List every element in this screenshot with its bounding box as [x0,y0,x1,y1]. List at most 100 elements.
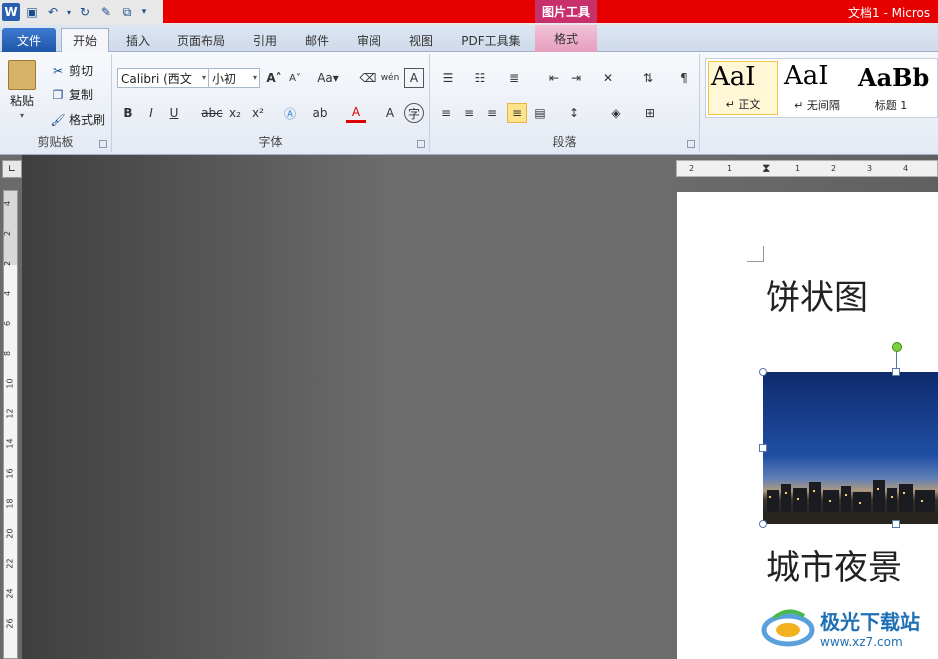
phonetic-guide-button[interactable]: wén [380,68,400,88]
font-size-value: 小初 [212,71,237,86]
font-color-button[interactable]: A [346,103,366,123]
undo-icon[interactable]: ↶ [44,3,62,21]
style-sample: AaI [711,62,756,92]
resize-handle-bottom-left[interactable] [759,520,767,528]
redo-icon[interactable]: ↻ [76,3,94,21]
change-case-button[interactable]: Aa ▾ [314,68,342,88]
font-size-select[interactable]: 小初 ▾ [208,68,260,88]
ruler-tick: 2 [3,230,13,237]
horizontal-ruler[interactable]: 2 1 ⧗ 1 2 3 4 [676,160,938,177]
style-name: 标题 1 [874,99,908,112]
watermark-logo-icon [761,609,815,647]
print-preview-icon[interactable]: ⧉ [118,3,136,21]
tab-pdf-tools[interactable]: PDF工具集 [455,28,527,52]
italic-button[interactable]: I [141,103,161,123]
justify-icon[interactable]: ≡ [507,103,527,123]
numbering-icon[interactable]: ☷ [470,68,490,88]
sort-icon[interactable]: ⇅ [638,68,658,88]
distributed-icon[interactable]: ▤ [530,103,550,123]
format-painter-button[interactable]: 🖌 格式刷 [50,111,105,128]
chevron-down-icon: ▾ [201,73,206,82]
font-family-select[interactable]: Calibri (西文 ▾ [117,68,209,88]
grow-font-button[interactable]: A ˄ [264,68,284,88]
format-painter-label: 格式刷 [69,113,106,127]
paste-icon [8,60,36,90]
subscript-icon[interactable]: x₂ [225,103,245,123]
strikethrough-button[interactable]: abc [200,103,224,123]
superscript-icon[interactable]: x² [248,103,268,123]
undo-dropdown-icon[interactable]: ▾ [65,3,73,21]
picture-caption[interactable]: 城市夜景 [766,540,902,589]
watermark-url: www.xz7.com [820,634,903,649]
ruler-tick: 14 [5,438,15,449]
document-heading[interactable]: 饼状图 [766,270,868,319]
customize-qat-icon[interactable]: ▾ [139,3,149,21]
char-shading-icon[interactable]: A [380,103,400,123]
ribbon: 粘贴 ▾ ✂ 剪切 ❐ 复制 🖌 格式刷 剪贴板 Calibri (西文 ▾ 小初… [0,52,938,155]
tab-home[interactable]: 开始 [61,28,109,52]
scissors-icon: ✂ [52,63,64,78]
tab-format[interactable]: 格式 [535,25,597,52]
style-normal[interactable]: AaI ↵ 正文 [708,61,778,115]
edit-icon[interactable]: ✎ [97,3,115,21]
multilevel-list-icon[interactable]: ≣ [504,68,524,88]
resize-handle-top[interactable] [892,368,900,376]
tab-page-layout[interactable]: 页面布局 [170,28,232,52]
grow-font-icon: A [266,71,276,85]
align-left-icon[interactable]: ≡ [436,103,456,123]
text-effects-icon[interactable]: Ⓐ [280,103,300,123]
ruler-tick: 18 [5,498,15,509]
increase-indent-icon[interactable]: ⇥ [566,68,586,88]
shading-icon[interactable]: ◈ [606,103,626,123]
tab-file[interactable]: 文件 [2,28,56,52]
tab-insert[interactable]: 插入 [118,28,158,52]
tab-selector-icon[interactable]: ∟ [2,160,22,178]
font-launcher-icon[interactable] [417,140,425,148]
title-bar: W ▣ ↶ ▾ ↻ ✎ ⧉ ▾ 图片工具 文档1 - Micros [0,0,938,25]
bold-button[interactable]: B [118,103,138,123]
brush-icon: 🖌 [50,112,66,127]
save-icon[interactable]: ▣ [23,3,41,21]
font-group-label: 字体 [258,135,283,149]
enclose-char-icon[interactable]: 字 [404,103,424,123]
asian-layout-icon[interactable]: ✕ [598,68,618,88]
watermark-title: 极光下载站 [820,609,920,634]
char-border-button[interactable]: A [404,68,424,88]
indent-marker-icon[interactable]: ⧗ [762,161,770,176]
resize-handle-top-left[interactable] [759,368,767,376]
resize-handle-left[interactable] [759,444,767,452]
clipboard-launcher-icon[interactable] [99,140,107,148]
resize-handle-bottom[interactable] [892,520,900,528]
shrink-font-button[interactable]: A ˅ [285,68,305,88]
ruler-tick: 22 [5,558,15,569]
word-logo-icon[interactable]: W [2,3,20,21]
font-group: Calibri (西文 ▾ 小初 ▾ A ˄ A ˅ Aa ▾ ⌫ wén A B I U… [112,54,430,152]
style-heading-1[interactable]: AaBb 标题 1 [856,61,929,115]
ruler-tick: 2 [831,164,837,173]
rotate-handle-icon[interactable] [892,342,902,352]
line-spacing-icon[interactable]: ↕ [564,103,584,123]
vertical-ruler[interactable]: 4 2 2 4 6 8 10 12 14 16 18 20 22 24 26 [3,190,18,659]
cut-button[interactable]: ✂ 剪切 [50,62,93,79]
paragraph-launcher-icon[interactable] [687,140,695,148]
ruler-tick: 20 [5,528,15,539]
highlight-icon[interactable]: ab [310,103,330,123]
tab-references[interactable]: 引用 [245,28,285,52]
ruler-tick: 3 [867,164,873,173]
tab-review[interactable]: 审阅 [349,28,389,52]
bullets-icon[interactable]: ☰ [438,68,458,88]
copy-button[interactable]: ❐ 复制 [50,86,93,103]
borders-icon[interactable]: ⊞ [640,103,660,123]
clear-format-icon[interactable]: ⌫ [358,68,378,88]
paste-button[interactable]: 粘贴 ▾ [8,60,36,120]
align-center-icon[interactable]: ≡ [459,103,479,123]
style-no-spacing[interactable]: AaI ↵ 无间隔 [782,61,852,115]
align-right-icon[interactable]: ≡ [482,103,502,123]
underline-button[interactable]: U [164,103,184,123]
decrease-indent-icon[interactable]: ⇤ [544,68,564,88]
tab-view[interactable]: 视图 [401,28,441,52]
city-night-picture[interactable] [763,372,938,524]
show-marks-icon[interactable]: ¶ [674,68,694,88]
tab-mailings[interactable]: 邮件 [297,28,337,52]
ruler-tick: 4 [3,290,13,297]
